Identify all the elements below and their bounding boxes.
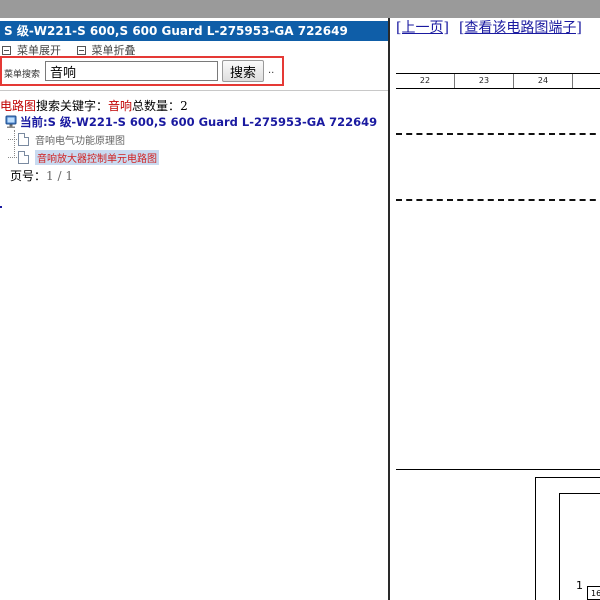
result-count: 2 xyxy=(180,99,188,113)
search-more-link[interactable]: .. xyxy=(268,65,274,76)
left-panel: S 级-W221-S 600,S 600 Guard L-275953-GA 7… xyxy=(0,18,388,600)
page-label: 页号： xyxy=(10,169,47,183)
divider-line xyxy=(0,90,388,91)
square-icon xyxy=(76,45,86,55)
dashed-line xyxy=(396,199,600,201)
search-input[interactable] xyxy=(45,61,218,81)
current-vehicle-label: 当前:S 级-W221-S 600,S 600 Guard L-275953-G… xyxy=(20,115,378,129)
tree-item[interactable]: 音响电气功能原理图 xyxy=(6,130,159,148)
tree-item-label: 音响电气功能原理图 xyxy=(35,135,125,147)
prev-page-link[interactable]: [上一页] xyxy=(396,20,449,36)
pin-box: 16 xyxy=(587,586,600,600)
search-button[interactable]: 搜索 xyxy=(222,60,264,82)
count-label: 总数量： xyxy=(132,99,181,113)
keyword-label: 搜索关键字： xyxy=(36,99,109,113)
diagram-nav: [上一页] [查看该电路图端子] xyxy=(396,18,582,37)
vehicle-title-bar: S 级-W221-S 600,S 600 Guard L-275953-GA 7… xyxy=(0,21,388,41)
ruler-cell: 24 xyxy=(514,74,573,88)
result-tree: 音响电气功能原理图 音响放大器控制单元电路图 xyxy=(6,130,159,166)
search-box: 菜单搜索 搜索 .. xyxy=(0,56,284,86)
tree-item-label: 音响放大器控制单元电路图 xyxy=(35,149,159,165)
page-value: 1 / 1 xyxy=(46,169,73,183)
search-result-summary: 电路图搜索关键字：音响总数量：2 xyxy=(0,97,188,114)
view-terminals-link[interactable]: [查看该电路图端子] xyxy=(459,20,582,36)
tree-item-active[interactable]: 音响放大器控制单元电路图 xyxy=(6,148,159,166)
search-label: 菜单搜索 xyxy=(4,70,41,80)
right-panel: [上一页] [查看该电路图端子] 22 23 24 1 16 xyxy=(390,18,600,600)
document-icon xyxy=(18,132,29,146)
tree-connector xyxy=(8,157,17,158)
page-indicator: 页号：1 / 1 xyxy=(10,167,73,184)
result-keyword: 音响 xyxy=(108,99,133,113)
top-bar xyxy=(0,0,600,18)
diagram-ruler: 22 23 24 xyxy=(396,73,600,89)
link-marker xyxy=(0,206,2,208)
tree-connector xyxy=(8,139,17,140)
ruler-cell: 22 xyxy=(396,74,455,88)
computer-icon xyxy=(5,115,17,128)
square-icon xyxy=(2,45,11,55)
pin-number: 1 xyxy=(576,579,583,592)
document-icon xyxy=(18,150,29,164)
ruler-cell: 23 xyxy=(455,74,514,88)
dashed-line xyxy=(396,133,600,135)
result-category: 电路图 xyxy=(0,99,37,113)
diagram-line xyxy=(396,469,600,470)
tree-root[interactable]: 当前:S 级-W221-S 600,S 600 Guard L-275953-G… xyxy=(4,114,377,130)
